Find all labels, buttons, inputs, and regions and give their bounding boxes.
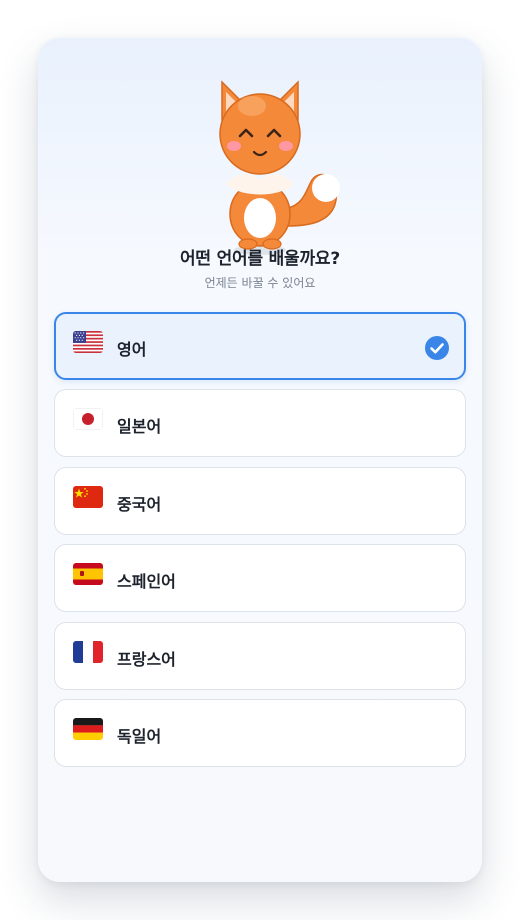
spain-flag-icon bbox=[73, 563, 103, 586]
language-select-card: 어떤 언어를 배울까요? 언제든 바꿀 수 있어요 영어 일본어 중국어 스페인… bbox=[38, 38, 482, 882]
fox-mascot-icon bbox=[219, 80, 340, 255]
france-flag-icon bbox=[73, 640, 103, 663]
language-option-german[interactable]: 독일어 bbox=[54, 698, 466, 767]
japan-flag-icon bbox=[73, 408, 103, 431]
germany-flag-icon bbox=[73, 717, 103, 740]
language-option-english[interactable]: 영어 bbox=[54, 312, 466, 380]
language-label: 일본어 bbox=[117, 417, 162, 437]
page-title: 어떤 언어를 배울까요? bbox=[179, 249, 341, 269]
language-label: 영어 bbox=[117, 340, 147, 359]
page-subtitle: 언제든 바꿀 수 있어요 bbox=[204, 276, 316, 290]
language-list: 영어 일본어 중국어 스페인어 프랑스어 독일어 bbox=[54, 312, 466, 776]
language-option-chinese[interactable]: 중국어 bbox=[54, 466, 466, 535]
language-option-spanish[interactable]: 스페인어 bbox=[54, 544, 466, 613]
language-label: 중국어 bbox=[117, 494, 162, 514]
us-flag-icon bbox=[73, 331, 103, 353]
china-flag-icon bbox=[73, 485, 103, 508]
language-label: 스페인어 bbox=[117, 572, 176, 592]
language-option-french[interactable]: 프랑스어 bbox=[54, 621, 466, 690]
language-option-japanese[interactable]: 일본어 bbox=[54, 389, 466, 458]
language-label: 프랑스어 bbox=[117, 649, 176, 669]
check-circle-icon bbox=[425, 336, 449, 360]
language-label: 독일어 bbox=[117, 726, 162, 746]
